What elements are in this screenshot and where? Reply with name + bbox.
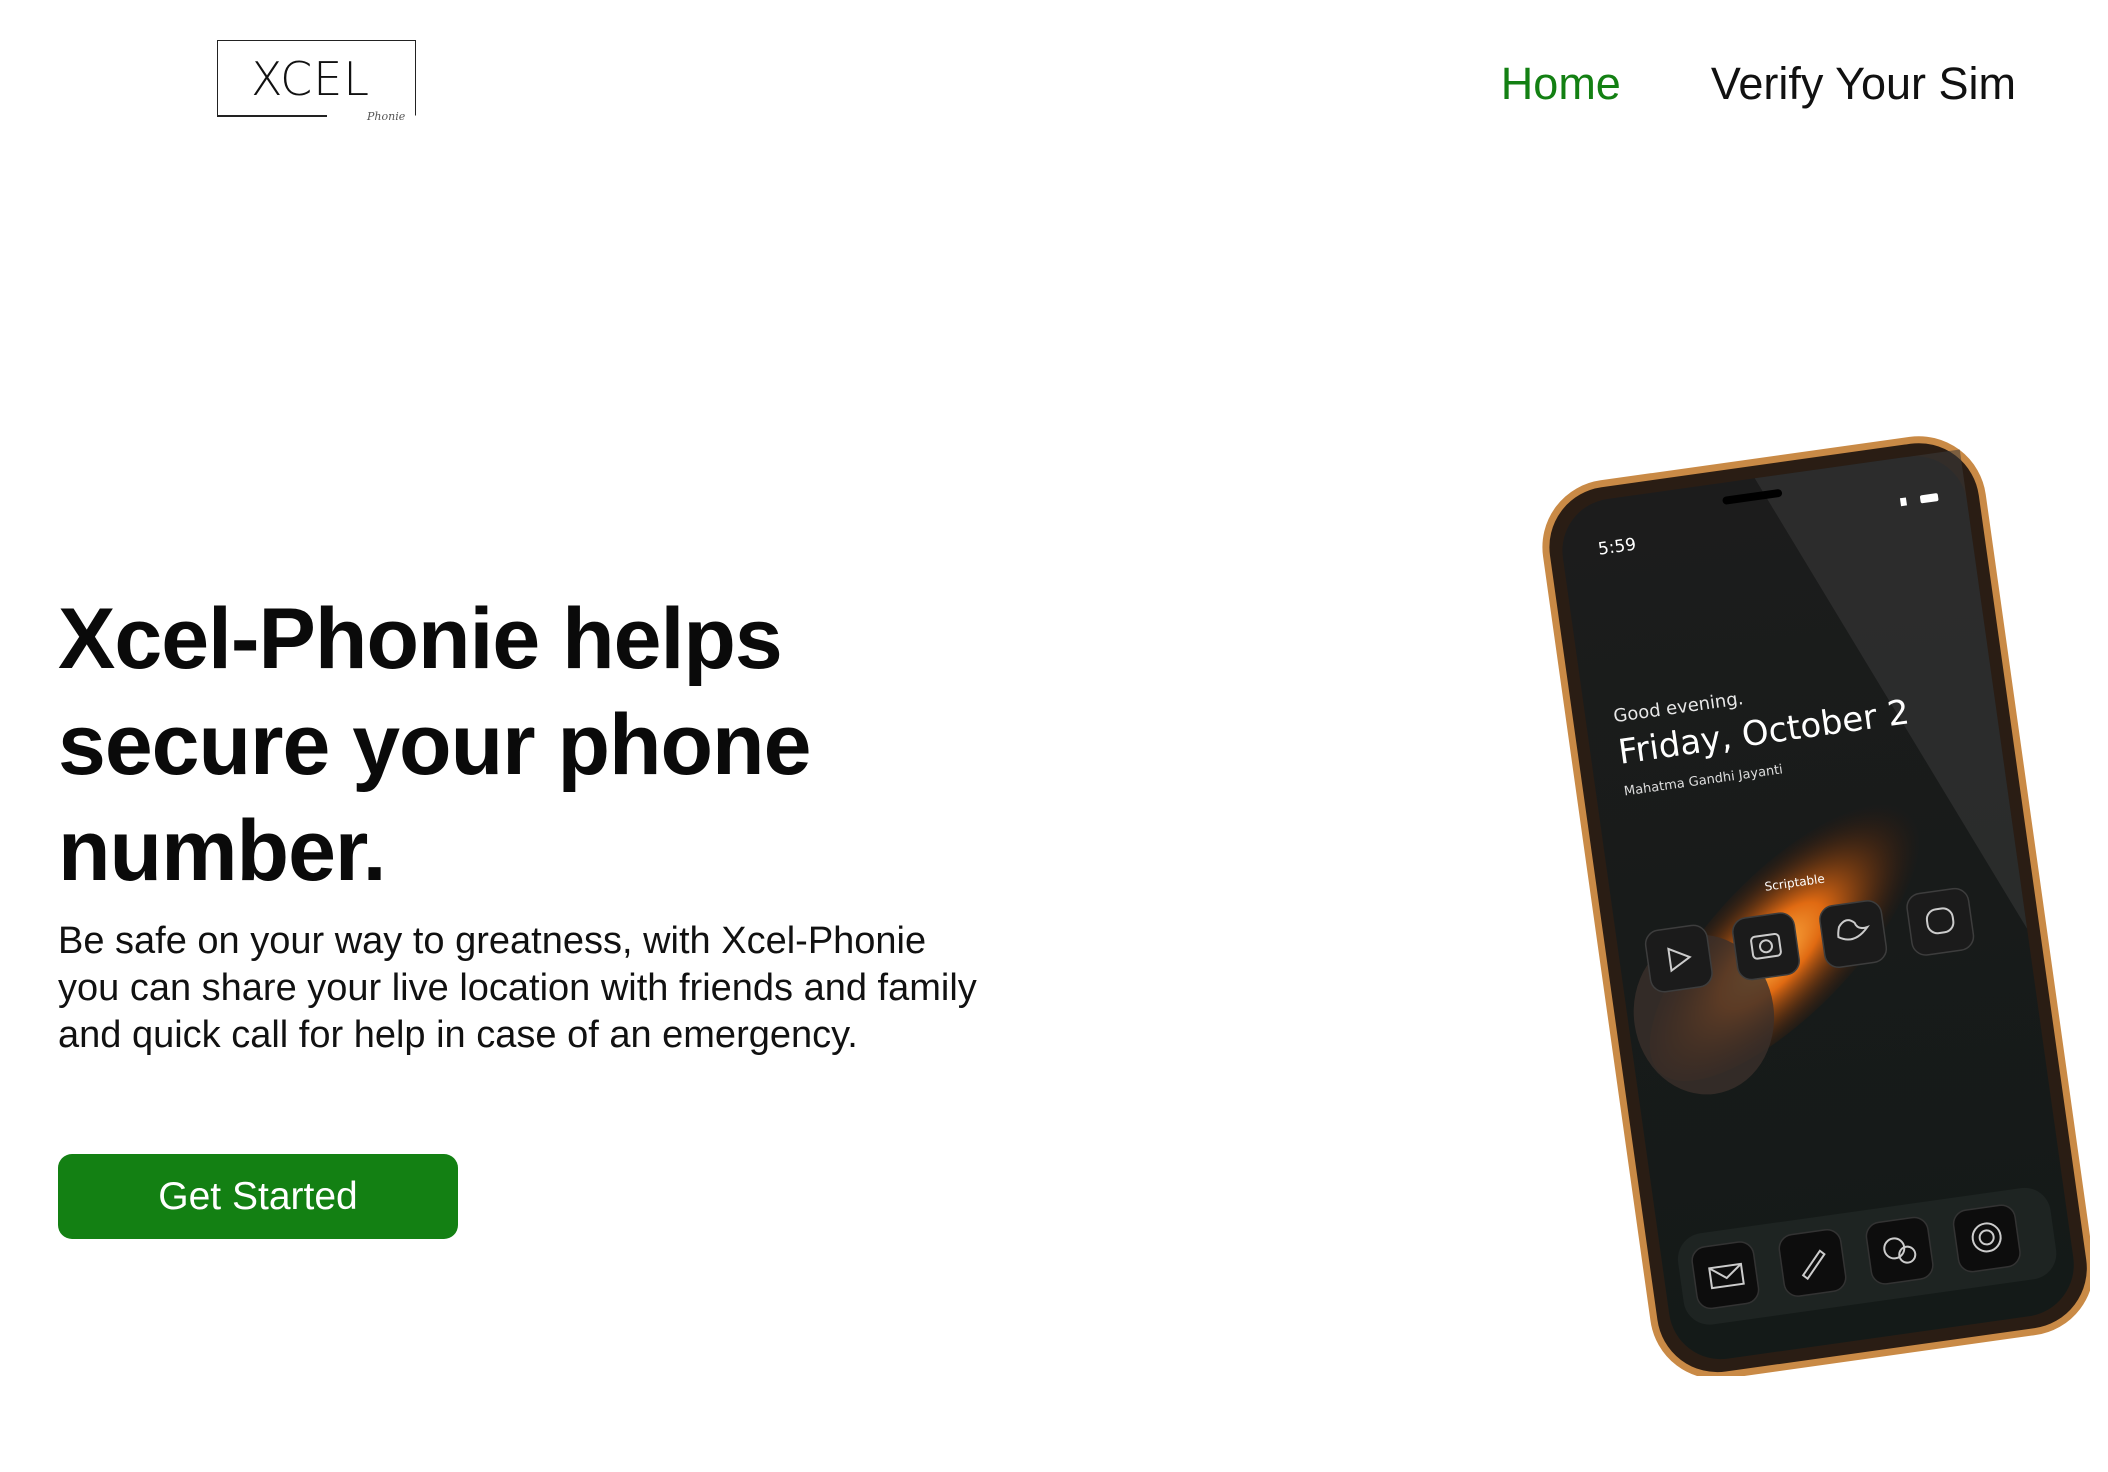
site-header: XCEL Phonie Home Verify Your Sim [0,0,2108,150]
mail-icon [1691,1241,1760,1310]
main-nav: Home Verify Your Sim [1501,58,2016,110]
nav-home-link[interactable]: Home [1501,58,1621,110]
hero-description: Be safe on your way to greatness, with X… [58,920,977,1056]
contactless-icon [1952,1204,2021,1273]
logo-text: XCEL [251,52,370,106]
phone-mockup-image: 5:59 Good evening. Friday, October 2 Mah… [1542,436,2090,1376]
logo[interactable]: XCEL Phonie [217,40,416,123]
logo-subtext: Phonie [367,110,406,123]
nav-verify-sim-link[interactable]: Verify Your Sim [1711,58,2016,110]
hero-title: Xcel-Phonie helps secure your phone numb… [58,591,811,899]
twitter-icon [1819,900,1888,969]
camera-icon [1732,912,1800,981]
get-started-button[interactable]: Get Started [58,1154,458,1239]
play-icon [1644,924,1713,993]
chat-icon [1906,887,1975,956]
